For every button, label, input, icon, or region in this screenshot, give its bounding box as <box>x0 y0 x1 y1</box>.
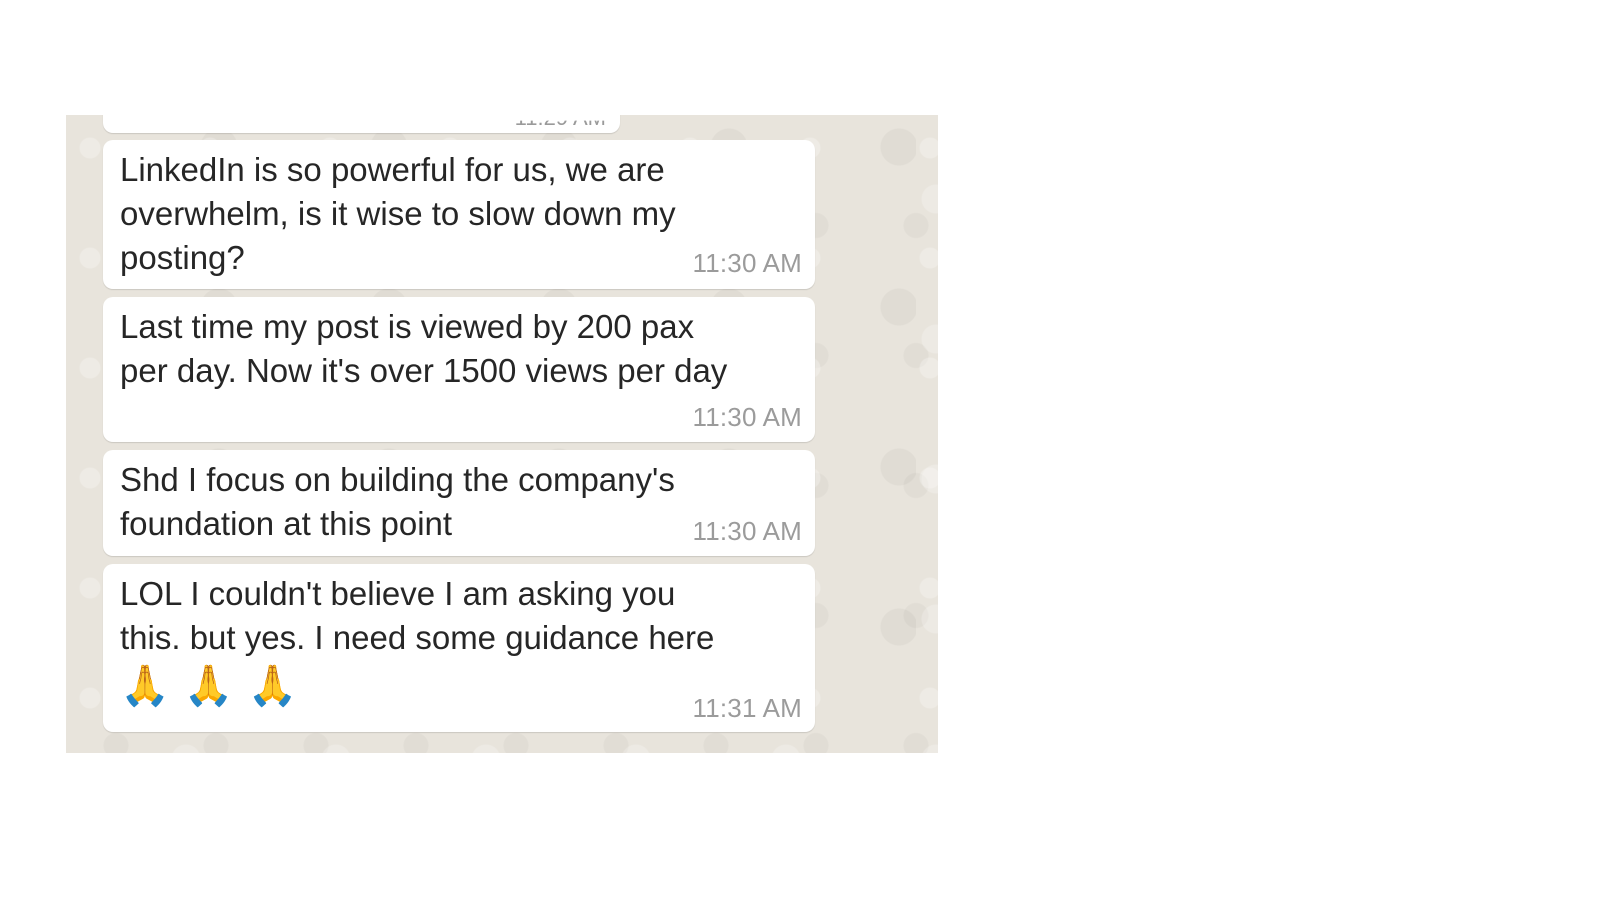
message-bubble[interactable]: Last time my post is viewed by 200 pax p… <box>103 297 815 442</box>
chat-message-panel: 11:29 AM LinkedIn is so powerful for us,… <box>66 115 938 753</box>
message-timestamp: 11:30 AM <box>692 402 802 432</box>
message-bubble[interactable]: LinkedIn is so powerful for us, we are o… <box>103 140 815 289</box>
message-timestamp: 11:31 AM <box>692 693 802 723</box>
folded-hands-icon: 🙏 <box>247 664 298 708</box>
folded-hands-icon: 🙏 <box>120 664 170 708</box>
message-bubble[interactable]: LOL I couldn't believe I am asking you t… <box>103 564 815 732</box>
message-text: LOL I couldn't believe I am asking you t… <box>120 575 715 656</box>
message-timestamp: 11:30 AM <box>692 516 802 546</box>
folded-hands-icon: 🙏 <box>183 664 234 708</box>
message-text: Last time my post is viewed by 200 pax p… <box>120 308 728 389</box>
message-timestamp: 11:29 AM <box>514 115 606 130</box>
message-timestamp: 11:30 AM <box>692 248 802 278</box>
partial-message-bubble[interactable]: 11:29 AM <box>103 115 620 133</box>
emoji-row: 🙏 🙏 🙏 <box>120 660 297 712</box>
message-bubble[interactable]: Shd I focus on building the company's fo… <box>103 450 815 556</box>
